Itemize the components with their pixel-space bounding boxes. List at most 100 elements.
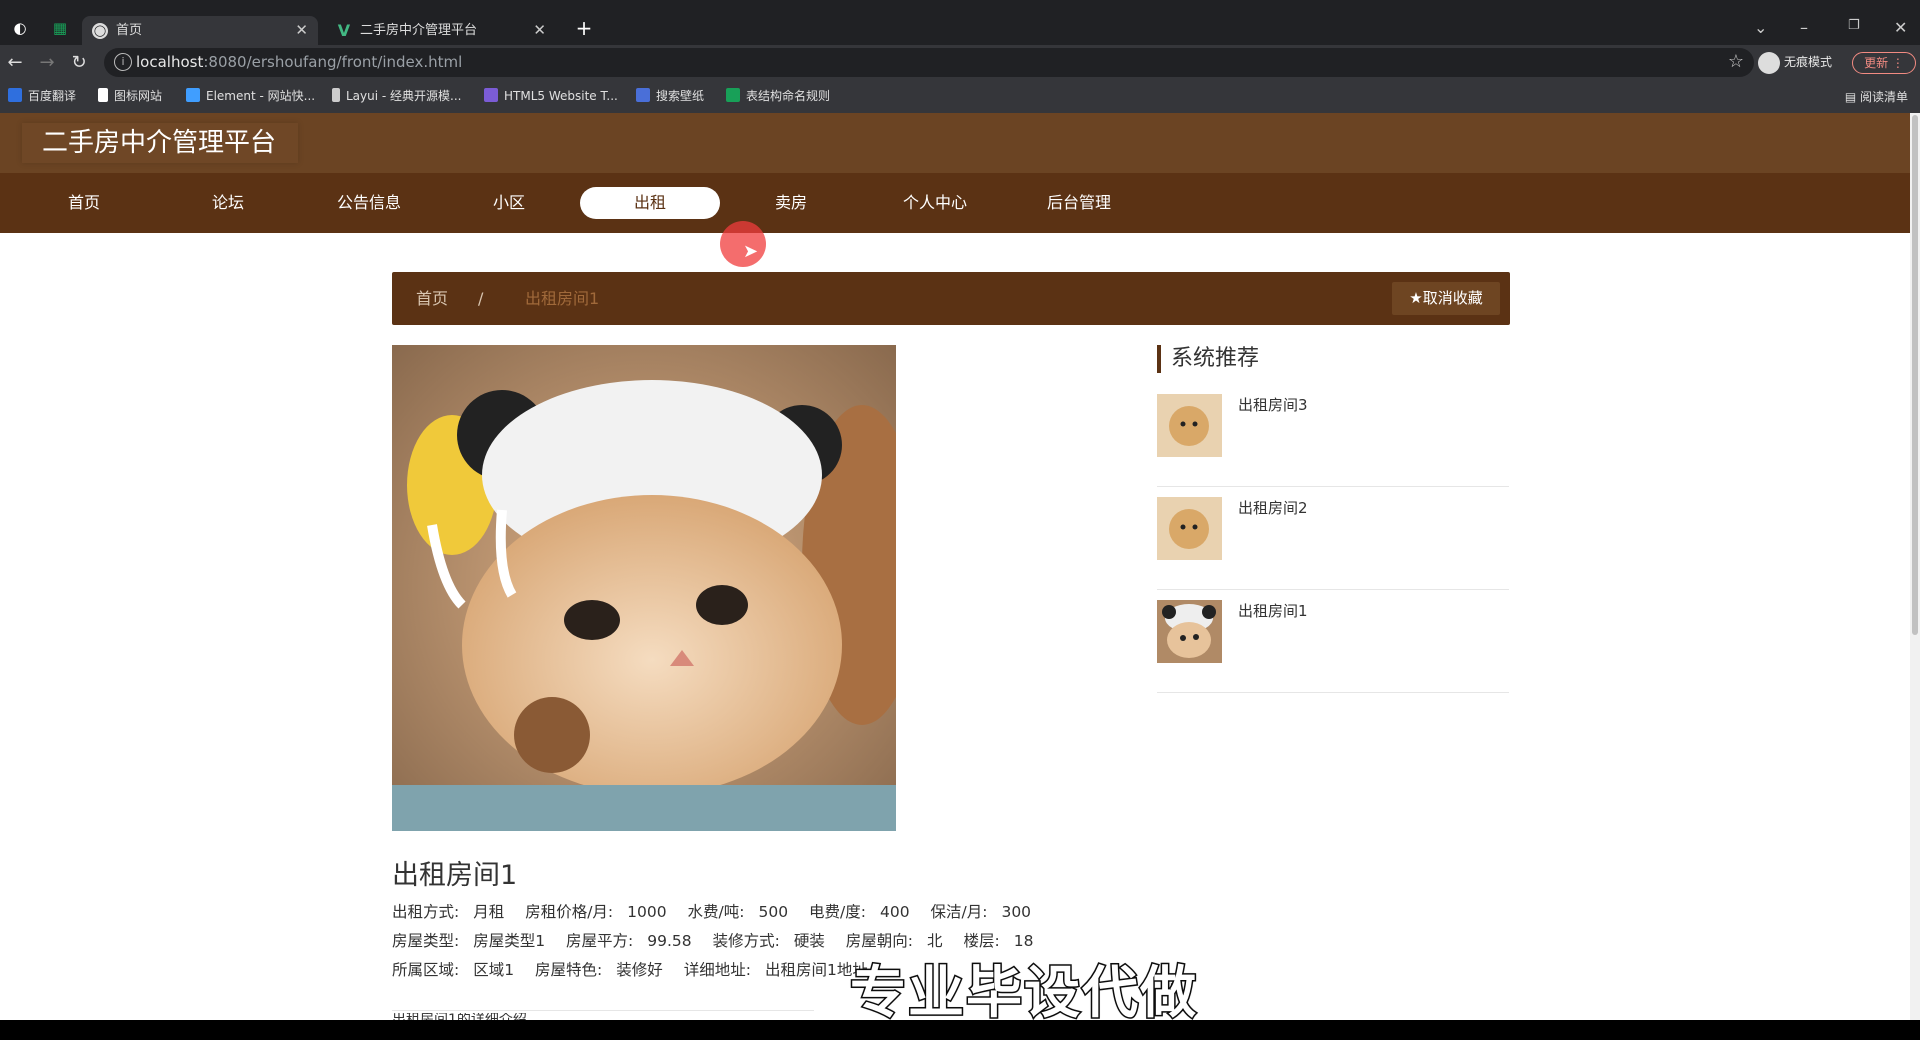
element-icon	[186, 88, 200, 102]
vue-icon: V	[337, 21, 351, 40]
flag-icon	[98, 88, 108, 102]
reading-list[interactable]: ▤ 阅读清单	[1845, 88, 1908, 105]
nav-label: 卖房	[774, 193, 807, 212]
unfavorite-button[interactable]: ★取消收藏	[1392, 282, 1500, 315]
info-key: 水费/吨:	[687, 903, 745, 921]
close-window-icon[interactable]: ✕	[1894, 18, 1907, 37]
pinned-tab-icon[interactable]: ▦	[50, 18, 70, 38]
puppy-thumbnail	[1157, 497, 1222, 560]
recommend-item[interactable]: 出租房间2	[1157, 487, 1509, 590]
bookmark-item[interactable]: 表结构命名规则	[726, 88, 830, 104]
nav-label: 论坛	[211, 193, 244, 212]
info-key: 电费/度:	[809, 903, 866, 921]
restore-icon[interactable]: ❐	[1848, 18, 1860, 33]
info-value: 硬装	[793, 932, 825, 950]
info-value: 区域1	[473, 961, 515, 979]
info-key: 房屋平方:	[566, 932, 634, 950]
reload-icon[interactable]: ↻	[68, 52, 90, 74]
recommend-item[interactable]: 出租房间3	[1157, 384, 1509, 487]
close-icon[interactable]: ✕	[533, 16, 546, 45]
info-value: 400	[879, 903, 910, 921]
site-info-icon[interactable]: i	[114, 53, 132, 71]
house-photo	[392, 345, 896, 831]
close-icon[interactable]: ✕	[295, 16, 308, 45]
bookmark-item[interactable]: 图标网站	[98, 88, 162, 104]
html5-icon	[484, 88, 498, 102]
watermark-overlay: 专业毕设代做	[849, 960, 1198, 1021]
bookmark-item[interactable]: Element - 网站快...	[186, 88, 315, 104]
incognito-icon	[1758, 51, 1780, 74]
browser-chrome: ◐ ▦ ◯ 首页 ✕ V 二手房中介管理平台 ✕ + ⌄ – ❐ ✕ ← → ↻…	[0, 0, 1920, 113]
minimize-icon[interactable]: –	[1800, 18, 1808, 37]
nav-label: 出租	[580, 187, 720, 219]
bookmark-label: 图标网站	[114, 89, 163, 103]
nav-forum[interactable]: 论坛	[158, 173, 298, 233]
puppy-thumbnail	[1157, 394, 1222, 457]
info-row: 所属区域: 区域1 房屋特色: 装修好 详细地址: 出租房间1地址	[392, 958, 884, 980]
bookmark-label: HTML5 Website T...	[504, 89, 618, 103]
forward-icon[interactable]: →	[36, 52, 58, 74]
info-value: 月租	[473, 903, 505, 921]
nav-label: 后台管理	[1046, 193, 1111, 212]
nav-admin[interactable]: 后台管理	[1009, 173, 1149, 233]
info-key: 装修方式:	[712, 932, 780, 950]
cat-photo-icon	[1157, 600, 1222, 663]
bookmarks-bar: 百度翻译 图标网站 Element - 网站快... Layui - 经典开源模…	[0, 80, 1920, 113]
site-title: 二手房中介管理平台	[22, 123, 298, 163]
chrome-menu-icon[interactable]: ◐	[10, 18, 30, 38]
screen-bottom-edge	[0, 1020, 1920, 1040]
cursor-icon: ➤	[743, 241, 759, 262]
bookmark-item[interactable]: 百度翻译	[8, 88, 76, 104]
recommend-item[interactable]: 出租房间1	[1157, 590, 1509, 693]
recommend-title: 系统推荐	[1157, 345, 1259, 373]
url-host: localhost	[136, 53, 204, 71]
info-value: 1000	[627, 903, 667, 921]
bookmark-item[interactable]: 搜索壁纸	[636, 88, 704, 104]
tab-home[interactable]: ◯ 首页 ✕	[82, 16, 318, 45]
back-icon[interactable]: ←	[4, 52, 26, 74]
incognito-label: 无痕模式	[1784, 55, 1833, 69]
incognito-indicator[interactable]: 无痕模式	[1758, 51, 1832, 74]
page-scrollbar[interactable]	[1910, 113, 1920, 1020]
detail-title: 出租房间1	[392, 860, 518, 891]
new-tab-icon[interactable]: +	[574, 18, 594, 38]
info-key: 保洁/月:	[930, 903, 988, 921]
info-key: 出租方式:	[392, 903, 460, 921]
bookmark-item[interactable]: HTML5 Website T...	[484, 88, 618, 104]
url-field[interactable]: i localhost:8080/ershoufang/front/index.…	[104, 48, 1754, 77]
nav-label: 个人中心	[902, 193, 967, 212]
tab-platform[interactable]: V 二手房中介管理平台 ✕	[326, 16, 556, 45]
nav-community[interactable]: 小区	[439, 173, 579, 233]
breadcrumb-current: 出租房间1	[525, 289, 600, 308]
reading-list-label: 阅读清单	[1859, 90, 1908, 104]
update-button[interactable]: 更新 ⋮	[1852, 52, 1916, 74]
globe-icon: ◯	[92, 23, 108, 39]
nav-profile[interactable]: 个人中心	[865, 173, 1005, 233]
main-nav: 首页 论坛 公告信息 小区 出租 卖房 个人中心 后台管理	[0, 173, 1910, 233]
tab-title: 二手房中介管理平台	[360, 23, 478, 38]
info-key: 所属区域:	[392, 961, 460, 979]
bookmark-item[interactable]: Layui - 经典开源模...	[332, 88, 461, 104]
recommend-name: 出租房间2	[1238, 499, 1308, 517]
info-key: 房屋类型:	[392, 932, 460, 950]
info-key: 房租价格/月:	[525, 903, 614, 921]
scrollbar-thumb[interactable]	[1912, 115, 1918, 635]
star-icon: ★	[1409, 289, 1423, 307]
nav-notice[interactable]: 公告信息	[299, 173, 439, 233]
info-value: 500	[758, 903, 789, 921]
unfavorite-label: 取消收藏	[1422, 289, 1483, 307]
bookmark-star-icon[interactable]: ☆	[1728, 51, 1744, 72]
tab-search-icon[interactable]: ⌄	[1754, 18, 1767, 37]
nav-rent[interactable]: 出租	[580, 173, 720, 233]
url-path: :8080/ershoufang/front/index.html	[203, 53, 463, 71]
breadcrumb-home[interactable]: 首页	[416, 272, 448, 325]
info-row: 出租方式: 月租 房租价格/月: 1000 水费/吨: 500 电费/度: 400 保洁…	[392, 900, 1047, 922]
address-bar-row: ← → ↻ i localhost:8080/ershoufang/front/…	[0, 45, 1920, 80]
cat-photo-icon	[392, 345, 896, 831]
nav-home[interactable]: 首页	[14, 173, 154, 233]
site-header: 二手房中介管理平台	[0, 113, 1910, 173]
info-value: 300	[1001, 903, 1032, 921]
divider	[392, 1010, 814, 1011]
bookmark-label: 百度翻译	[28, 89, 77, 103]
bookmark-label: 表结构命名规则	[746, 89, 831, 103]
